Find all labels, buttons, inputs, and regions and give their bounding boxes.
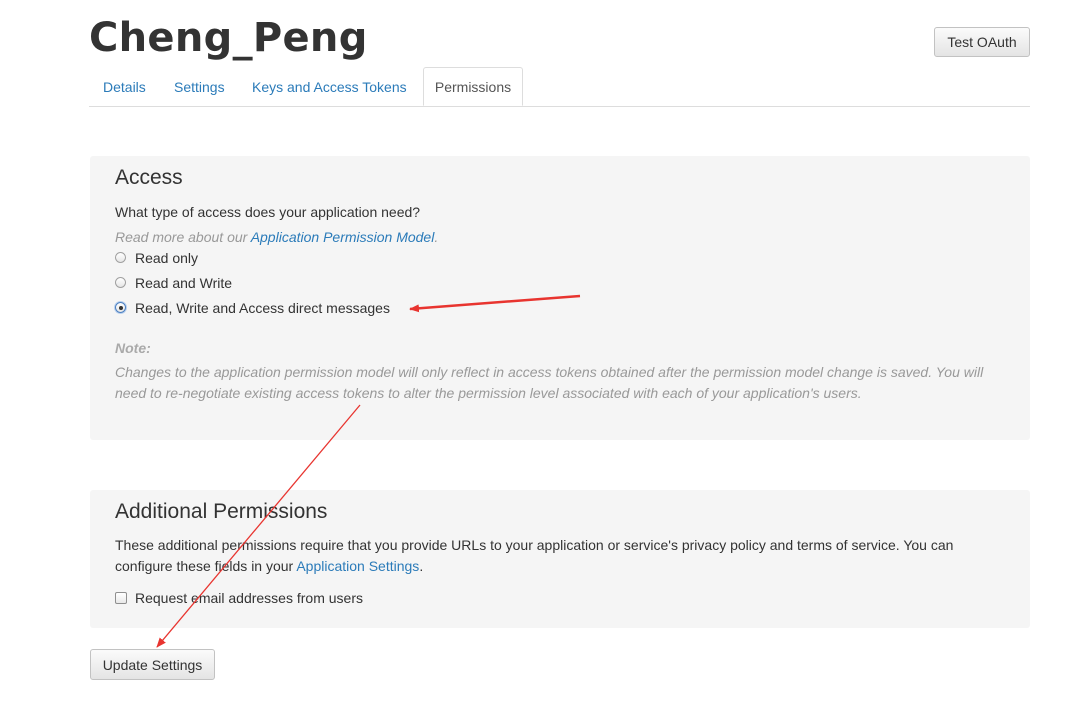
additional-desc-prefix: configure these fields in your: [115, 558, 297, 574]
note-line-1: Changes to the application permission mo…: [115, 364, 984, 380]
tab-keys-and-access-tokens[interactable]: Keys and Access Tokens: [252, 68, 407, 106]
additional-desc-suffix: .: [419, 558, 424, 574]
additional-heading: Additional Permissions: [115, 500, 328, 523]
request-email-checkbox[interactable]: [115, 592, 127, 604]
additional-desc-line-2: configure these fields in your Applicati…: [115, 556, 423, 577]
additional-desc-line-1: These additional permissions require tha…: [115, 537, 954, 553]
test-oauth-button[interactable]: Test OAuth: [934, 27, 1030, 57]
radio-read-write-dm[interactable]: [115, 302, 126, 313]
permission-model-link[interactable]: Application Permission Model: [251, 229, 435, 245]
app-title: Cheng_Peng: [89, 15, 368, 61]
note-label: Note:: [115, 340, 151, 356]
read-more-text: Read more about our Application Permissi…: [115, 229, 438, 245]
access-heading: Access: [115, 166, 183, 189]
radio-read-write-label[interactable]: Read and Write: [135, 275, 232, 291]
tab-permissions[interactable]: Permissions: [423, 67, 523, 106]
update-settings-button[interactable]: Update Settings: [90, 649, 215, 680]
read-more-suffix: .: [434, 229, 439, 245]
tab-settings[interactable]: Settings: [174, 68, 225, 106]
note-line-2: need to re-negotiate existing access tok…: [115, 385, 862, 401]
radio-read-only[interactable]: [115, 252, 126, 263]
radio-read-write-dm-label[interactable]: Read, Write and Access direct messages: [135, 300, 390, 316]
application-settings-link[interactable]: Application Settings: [296, 558, 419, 574]
request-email-label[interactable]: Request email addresses from users: [135, 590, 363, 606]
read-more-prefix: Read more about our: [115, 229, 251, 245]
radio-read-only-label[interactable]: Read only: [135, 250, 198, 266]
tab-bar: Details Settings Keys and Access Tokens …: [89, 67, 1030, 107]
access-question: What type of access does your applicatio…: [115, 204, 421, 220]
tab-details[interactable]: Details: [103, 68, 146, 106]
radio-read-write[interactable]: [115, 277, 126, 288]
